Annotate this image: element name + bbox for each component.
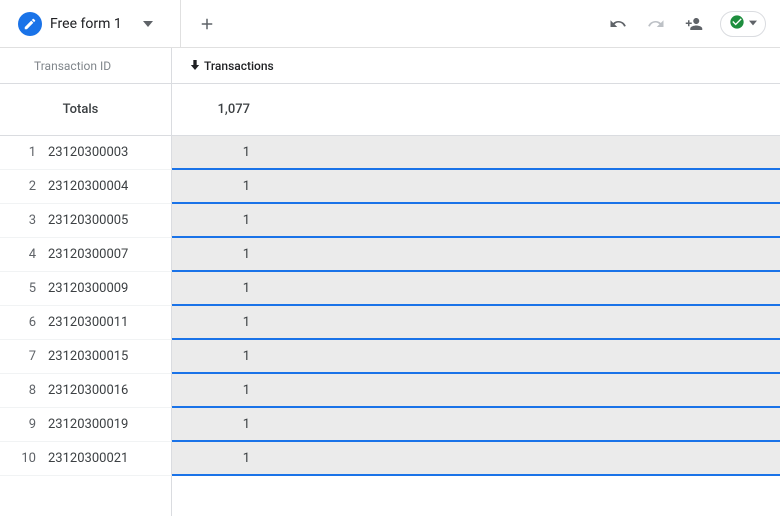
row-index: 3 (0, 213, 48, 228)
share-button[interactable] (682, 12, 706, 36)
table-row-dimension[interactable]: 623120300011 (0, 306, 172, 340)
table-row-metric: 1 (172, 170, 780, 204)
chevron-down-icon (749, 16, 757, 31)
metric-value: 1 (243, 315, 250, 330)
table-row-metric: 1 (172, 442, 780, 476)
table-row-dimension[interactable]: 223120300004 (0, 170, 172, 204)
add-tab-button[interactable] (191, 8, 223, 40)
metric-value: 1 (243, 281, 250, 296)
table-row-metric: 1 (172, 306, 780, 340)
transaction-id: 23120300011 (48, 315, 128, 330)
row-index: 4 (0, 247, 48, 262)
toolbar-actions (606, 11, 772, 37)
metric-value: 1 (243, 145, 250, 160)
table-row-dimension[interactable]: 823120300016 (0, 374, 172, 408)
totals-label-cell: Totals (0, 84, 172, 136)
transaction-id: 23120300021 (48, 451, 128, 466)
pencil-icon (18, 12, 42, 36)
table-row-metric: 1 (172, 136, 780, 170)
redo-icon (647, 15, 665, 33)
table-row-dimension[interactable]: 923120300019 (0, 408, 172, 442)
dimension-header-label: Transaction ID (34, 59, 111, 73)
transaction-id: 23120300009 (48, 281, 128, 296)
report-tab[interactable]: Free form 1 (8, 6, 170, 42)
row-index: 1 (0, 145, 48, 160)
chevron-down-icon[interactable] (136, 12, 160, 36)
table-row-metric: 1 (172, 238, 780, 272)
metric-value: 1 (243, 383, 250, 398)
totals-value: 1,077 (218, 102, 250, 117)
metric-header-label: Transactions (204, 59, 274, 73)
transaction-id: 23120300003 (48, 145, 128, 160)
arrow-down-icon (190, 59, 200, 73)
totals-value-cell: 1,077 (172, 84, 780, 136)
row-index: 2 (0, 179, 48, 194)
table-row-metric: 1 (172, 340, 780, 374)
table-row-dimension[interactable]: 323120300005 (0, 204, 172, 238)
toolbar: Free form 1 (0, 0, 780, 48)
status-pill[interactable] (720, 11, 766, 37)
totals-label: Totals (63, 102, 99, 117)
data-table: Transaction ID Transactions Totals 1,077… (0, 48, 780, 516)
divider (180, 0, 181, 48)
person-add-icon (685, 15, 703, 33)
table-row-dimension[interactable]: 523120300009 (0, 272, 172, 306)
redo-button[interactable] (644, 12, 668, 36)
table-row-dimension[interactable]: 123120300003 (0, 136, 172, 170)
row-index: 6 (0, 315, 48, 330)
table-row-metric: 1 (172, 408, 780, 442)
metric-value: 1 (243, 417, 250, 432)
row-index: 8 (0, 383, 48, 398)
empty-area (0, 476, 780, 516)
metric-value: 1 (243, 349, 250, 364)
undo-button[interactable] (606, 12, 630, 36)
transaction-id: 23120300019 (48, 417, 128, 432)
table-row-dimension[interactable]: 723120300015 (0, 340, 172, 374)
row-index: 9 (0, 417, 48, 432)
metric-value: 1 (243, 213, 250, 228)
transaction-id: 23120300016 (48, 383, 128, 398)
table-row-dimension[interactable]: 423120300007 (0, 238, 172, 272)
row-index: 10 (0, 451, 48, 466)
transaction-id: 23120300007 (48, 247, 128, 262)
metric-header[interactable]: Transactions (172, 48, 780, 84)
table-row-metric: 1 (172, 374, 780, 408)
tab-label: Free form 1 (50, 16, 122, 32)
row-index: 5 (0, 281, 48, 296)
table-row-metric: 1 (172, 272, 780, 306)
transaction-id: 23120300015 (48, 349, 128, 364)
transaction-id: 23120300004 (48, 179, 128, 194)
transaction-id: 23120300005 (48, 213, 128, 228)
metric-value: 1 (243, 451, 250, 466)
dimension-header[interactable]: Transaction ID (0, 48, 172, 84)
metric-value: 1 (243, 247, 250, 262)
row-index: 7 (0, 349, 48, 364)
table-row-metric: 1 (172, 204, 780, 238)
check-circle-icon (729, 14, 745, 34)
table-row-dimension[interactable]: 1023120300021 (0, 442, 172, 476)
undo-icon (609, 15, 627, 33)
metric-value: 1 (243, 179, 250, 194)
